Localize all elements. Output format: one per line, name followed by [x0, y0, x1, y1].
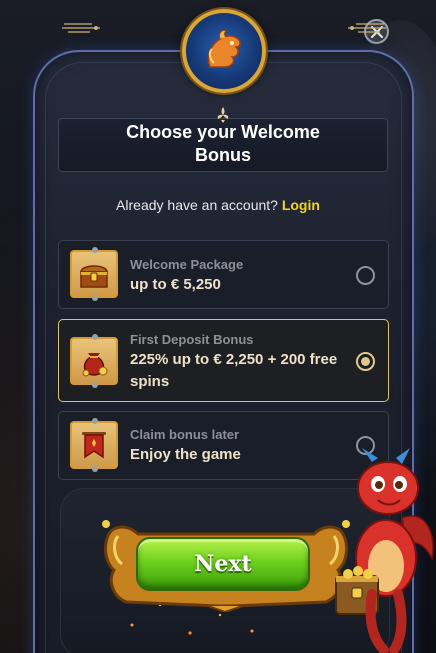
option-kicker: Claim bonus later: [130, 427, 240, 442]
fleur-ornament-icon: [217, 107, 229, 123]
radio-welcome-package[interactable]: [356, 266, 375, 285]
option-kicker: Welcome Package: [130, 257, 244, 272]
bonus-option-first-deposit[interactable]: First Deposit Bonus 225% up to € 2,250 +…: [58, 319, 389, 402]
treasure-chest-icon: [70, 247, 118, 301]
option-title: 225% up to € 2,250 + 200 free spins: [130, 351, 338, 390]
account-prompt-text: Already have an account?: [116, 197, 278, 213]
title-ornament-right-icon: [348, 23, 386, 33]
login-link[interactable]: Login: [282, 197, 320, 213]
next-button[interactable]: Next: [136, 537, 310, 591]
bonus-option-welcome-package[interactable]: Welcome Package up to € 5,250: [58, 240, 389, 309]
dragon-emblem-icon: [182, 9, 266, 93]
account-prompt: Already have an account? Login: [0, 197, 436, 213]
money-bag-icon: [70, 334, 118, 388]
option-title: up to € 5,250: [130, 276, 221, 293]
red-dragon-mascot-icon: [335, 448, 434, 653]
page-title: Choose your Welcome Bonus: [126, 122, 320, 165]
banner-flag-icon: [70, 418, 118, 472]
option-kicker: First Deposit Bonus: [130, 332, 254, 347]
option-title: Enjoy the game: [130, 446, 241, 463]
radio-first-deposit[interactable]: [356, 352, 375, 371]
title-ornament-left-icon: [62, 23, 100, 33]
next-button-label: Next: [194, 551, 252, 577]
